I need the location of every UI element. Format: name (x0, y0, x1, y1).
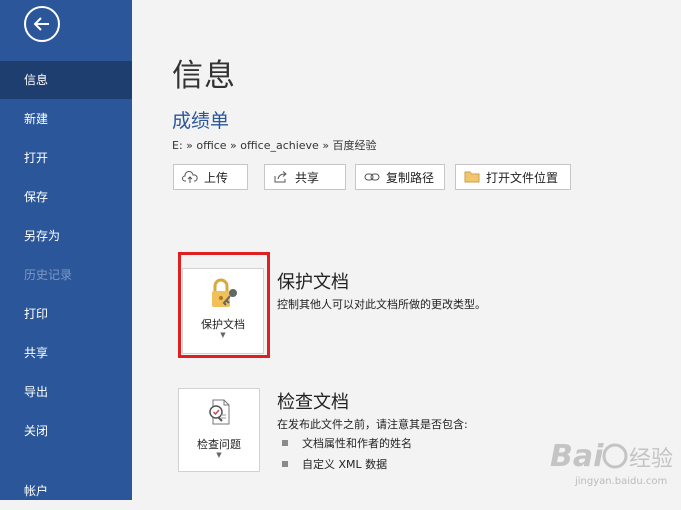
info-panel: 信息 成绩单 E: » office » office_achieve » 百度… (132, 0, 681, 500)
share-label: 共享 (295, 170, 320, 185)
folder-icon (464, 170, 480, 184)
bullet-text: 自定义 XML 数据 (302, 458, 388, 471)
link-icon (364, 170, 380, 184)
sidebar-item-close[interactable]: 关闭 (0, 412, 132, 450)
bullet-square-icon (282, 440, 288, 446)
backstage-sidebar: 信息 新建 打开 保存 另存为 历史记录 打印 共享 导出 关闭 帐户 (0, 0, 132, 500)
sidebar-item-save-as[interactable]: 另存为 (0, 217, 132, 255)
share-button[interactable]: 共享 (264, 164, 346, 190)
copy-path-button[interactable]: 复制路径 (355, 164, 445, 190)
sidebar-item-new[interactable]: 新建 (0, 100, 132, 138)
sidebar-item-print[interactable]: 打印 (0, 295, 132, 333)
share-arrow-icon (273, 170, 289, 184)
inspect-document-title: 检查文档 (277, 392, 349, 413)
bullet-square-icon (282, 461, 288, 467)
open-location-label: 打开文件位置 (486, 170, 559, 185)
back-arrow-icon[interactable] (24, 6, 60, 42)
protect-document-title: 保护文档 (277, 272, 349, 293)
sidebar-item-open[interactable]: 打开 (0, 139, 132, 177)
upload-label: 上传 (204, 170, 229, 185)
sidebar-item-share[interactable]: 共享 (0, 334, 132, 372)
sidebar-item-history: 历史记录 (24, 268, 73, 282)
breadcrumb: E: » office » office_achieve » 百度经验 (172, 139, 377, 152)
copy-path-label: 复制路径 (386, 170, 435, 185)
check-for-issues-tile-label: 检查问题 (197, 438, 241, 451)
list-item: 文档属性和作者的姓名 (280, 435, 412, 451)
cloud-upload-icon (182, 170, 198, 184)
sidebar-item-account[interactable]: 帐户 (0, 472, 132, 510)
document-name: 成绩单 (172, 110, 230, 132)
upload-button[interactable]: 上传 (173, 164, 248, 190)
page-title: 信息 (172, 58, 236, 94)
inspect-document-icon (204, 397, 236, 432)
inspect-document-description: 在发布此文件之前，请注意其是否包含: (277, 418, 468, 431)
open-file-location-button[interactable]: 打开文件位置 (455, 164, 571, 190)
bullet-text: 文档属性和作者的姓名 (302, 437, 412, 450)
sidebar-item-save[interactable]: 保存 (0, 178, 132, 216)
baidu-jingyan-watermark: Bai 经验 jingyan.baidu.com (455, 430, 675, 490)
dropdown-caret-icon: ▼ (216, 451, 222, 459)
sidebar-item-export[interactable]: 导出 (0, 373, 132, 411)
red-highlight-frame (178, 252, 270, 358)
svg-text:经验: 经验 (629, 447, 673, 472)
svg-text:jingyan.baidu.com: jingyan.baidu.com (574, 476, 667, 487)
svg-text:Bai: Bai (550, 439, 604, 474)
list-item: 自定义 XML 数据 (280, 456, 387, 472)
sidebar-item-info[interactable]: 信息 (0, 61, 132, 99)
protect-document-description: 控制其他人可以对此文档所做的更改类型。 (277, 298, 486, 311)
check-for-issues-button[interactable]: 检查问题 ▼ (178, 388, 260, 472)
